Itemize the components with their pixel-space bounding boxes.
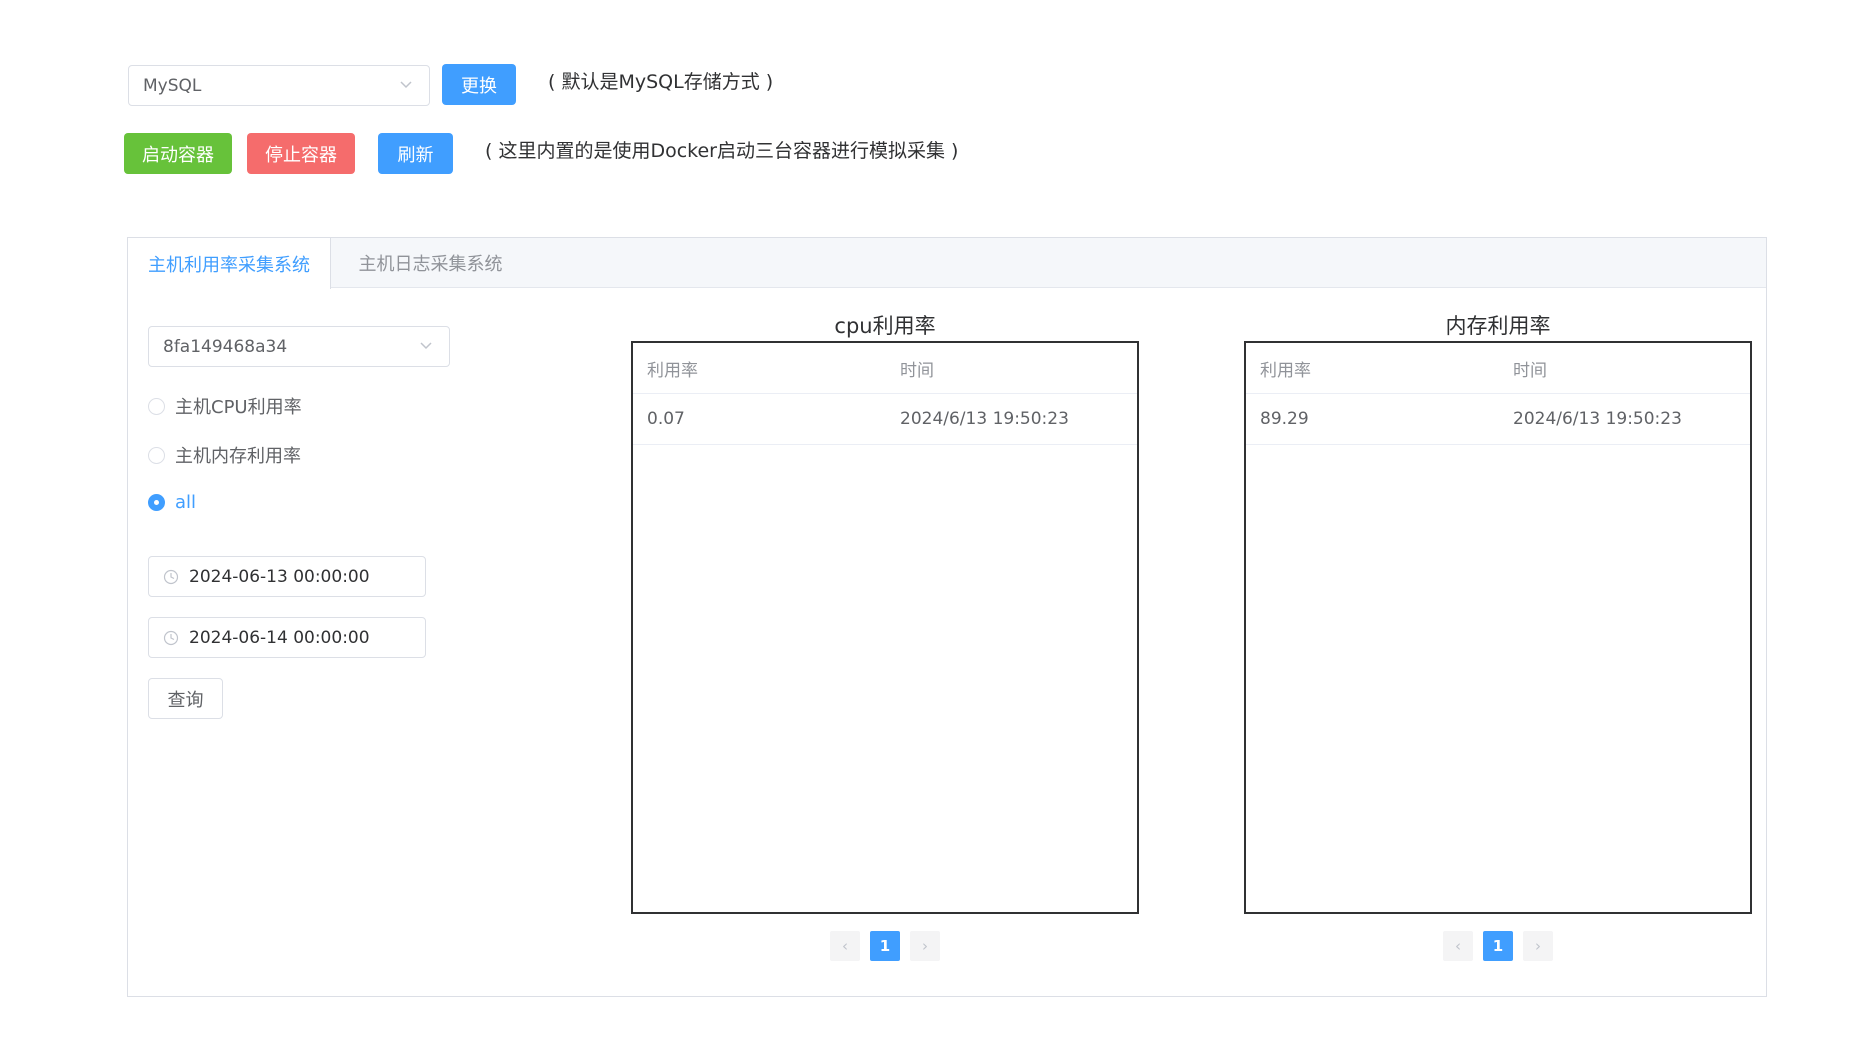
end-time-input[interactable]: 2024-06-14 00:00:00 — [148, 617, 426, 658]
table-row: 89.29 2024/6/13 19:50:23 — [1246, 394, 1750, 445]
table-row: 0.07 2024/6/13 19:50:23 — [633, 394, 1137, 445]
stop-container-button[interactable]: 停止容器 — [247, 133, 355, 174]
radio-all[interactable]: all — [148, 492, 196, 513]
column-header-time: 时间 — [900, 360, 934, 381]
next-page-icon[interactable]: › — [1523, 931, 1553, 961]
radio-cpu-label: 主机CPU利用率 — [175, 397, 302, 418]
host-select-value: 8fa149468a34 — [163, 336, 288, 357]
radio-memory[interactable]: 主机内存利用率 — [148, 442, 301, 468]
page-number[interactable]: 1 — [870, 931, 900, 961]
radio-cpu[interactable]: 主机CPU利用率 — [148, 393, 302, 419]
cell-time: 2024/6/13 19:50:23 — [1513, 409, 1682, 429]
column-header-rate: 利用率 — [1260, 360, 1311, 381]
page: MySQL 更换 ( 默认是MySQL存储方式 ) 启动容器 停止容器 刷新 (… — [0, 0, 1850, 1052]
container-note: ( 这里内置的是使用Docker启动三台容器进行模拟采集 ) — [485, 140, 959, 162]
start-container-button[interactable]: 启动容器 — [124, 133, 232, 174]
prev-page-icon[interactable]: ‹ — [1443, 931, 1473, 961]
query-button[interactable]: 查询 — [148, 678, 223, 719]
cpu-pagination: ‹ 1 › — [830, 931, 950, 961]
mem-table: 利用率 时间 89.29 2024/6/13 19:50:23 — [1244, 341, 1752, 914]
cell-rate: 89.29 — [1260, 409, 1309, 429]
start-time-input[interactable]: 2024-06-13 00:00:00 — [148, 556, 426, 597]
tabs-card: 主机利用率采集系统 主机日志采集系统 8fa149468a34 主机CPU利用率… — [127, 237, 1767, 997]
page-number[interactable]: 1 — [1483, 931, 1513, 961]
table-header: 利用率 时间 — [1246, 343, 1750, 394]
cpu-table: 利用率 时间 0.07 2024/6/13 19:50:23 — [631, 341, 1139, 914]
change-storage-button[interactable]: 更换 — [442, 64, 516, 105]
start-time-value: 2024-06-13 00:00:00 — [189, 566, 370, 587]
next-page-icon[interactable]: › — [910, 931, 940, 961]
clock-icon — [163, 630, 179, 645]
chevron-down-icon — [420, 342, 432, 350]
radio-checked-icon — [148, 494, 165, 511]
tab-utilization[interactable]: 主机利用率采集系统 — [128, 238, 331, 289]
tab-header: 主机利用率采集系统 主机日志采集系统 — [128, 238, 1766, 289]
mem-table-title: 内存利用率 — [1445, 314, 1551, 338]
table-header: 利用率 时间 — [633, 343, 1137, 394]
column-header-rate: 利用率 — [647, 360, 698, 381]
radio-circle-icon — [148, 397, 165, 415]
chevron-down-icon — [400, 81, 412, 89]
column-header-time: 时间 — [1513, 360, 1547, 381]
cpu-table-title: cpu利用率 — [834, 314, 936, 338]
storage-select-value: MySQL — [143, 75, 202, 96]
refresh-button[interactable]: 刷新 — [378, 133, 453, 174]
cell-time: 2024/6/13 19:50:23 — [900, 409, 1069, 429]
storage-note: ( 默认是MySQL存储方式 ) — [548, 71, 774, 93]
mem-pagination: ‹ 1 › — [1443, 931, 1563, 961]
cell-rate: 0.07 — [647, 409, 685, 429]
tab-logs[interactable]: 主机日志采集系统 — [332, 238, 529, 288]
radio-memory-label: 主机内存利用率 — [175, 446, 301, 467]
end-time-value: 2024-06-14 00:00:00 — [189, 627, 370, 648]
host-select[interactable]: 8fa149468a34 — [148, 326, 450, 367]
radio-circle-icon — [148, 446, 165, 464]
radio-all-label: all — [175, 492, 197, 513]
prev-page-icon[interactable]: ‹ — [830, 931, 860, 961]
clock-icon — [163, 569, 179, 584]
storage-select[interactable]: MySQL — [128, 65, 430, 106]
